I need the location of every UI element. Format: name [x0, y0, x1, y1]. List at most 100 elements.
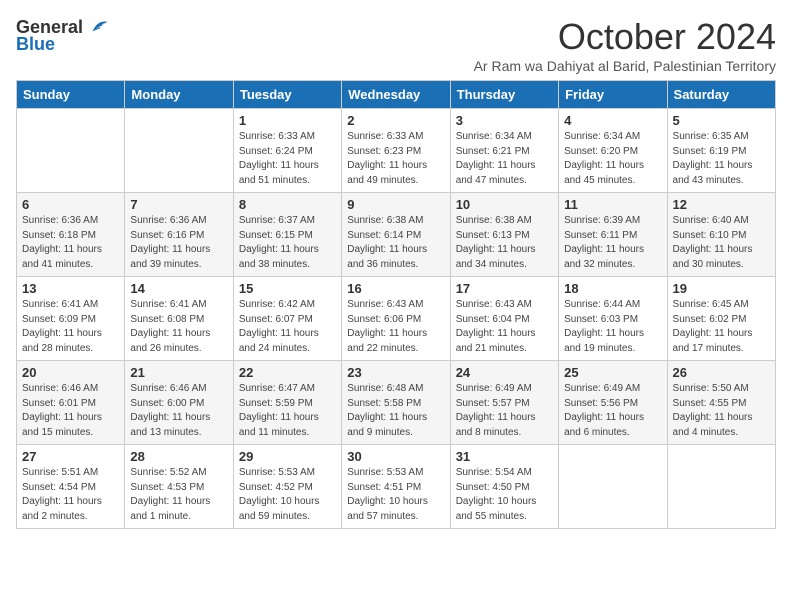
- day-number: 5: [673, 113, 770, 128]
- day-info: Sunrise: 6:37 AM Sunset: 6:15 PM Dayligh…: [239, 214, 336, 272]
- calendar-cell: 12 Sunrise: 6:40 AM Sunset: 6:10 PM Dayli…: [667, 193, 775, 277]
- day-info: Sunrise: 5:53 AM Sunset: 4:51 PM Dayligh…: [347, 466, 444, 524]
- day-info: Sunrise: 6:40 AM Sunset: 6:10 PM Dayligh…: [673, 214, 770, 272]
- day-number: 18: [564, 281, 661, 296]
- day-info: Sunrise: 6:43 AM Sunset: 6:06 PM Dayligh…: [347, 298, 444, 356]
- calendar-cell: 6 Sunrise: 6:36 AM Sunset: 6:18 PM Daylig…: [17, 193, 125, 277]
- day-number: 29: [239, 449, 336, 464]
- day-number: 10: [456, 197, 553, 212]
- day-number: 28: [130, 449, 227, 464]
- day-number: 9: [347, 197, 444, 212]
- calendar-week-row: 6 Sunrise: 6:36 AM Sunset: 6:18 PM Daylig…: [17, 193, 776, 277]
- calendar-cell: 24 Sunrise: 6:49 AM Sunset: 5:57 PM Dayli…: [450, 361, 558, 445]
- calendar-cell: 9 Sunrise: 6:38 AM Sunset: 6:14 PM Daylig…: [342, 193, 450, 277]
- calendar-cell: 14 Sunrise: 6:41 AM Sunset: 6:08 PM Dayli…: [125, 277, 233, 361]
- day-info: Sunrise: 6:49 AM Sunset: 5:57 PM Dayligh…: [456, 382, 553, 440]
- day-info: Sunrise: 6:34 AM Sunset: 6:20 PM Dayligh…: [564, 130, 661, 188]
- calendar-cell: [125, 109, 233, 193]
- day-info: Sunrise: 6:46 AM Sunset: 6:00 PM Dayligh…: [130, 382, 227, 440]
- day-number: 4: [564, 113, 661, 128]
- day-info: Sunrise: 6:39 AM Sunset: 6:11 PM Dayligh…: [564, 214, 661, 272]
- day-info: Sunrise: 5:51 AM Sunset: 4:54 PM Dayligh…: [22, 466, 119, 524]
- calendar-cell: 8 Sunrise: 6:37 AM Sunset: 6:15 PM Daylig…: [233, 193, 341, 277]
- column-header-tuesday: Tuesday: [233, 81, 341, 109]
- day-number: 17: [456, 281, 553, 296]
- day-info: Sunrise: 6:48 AM Sunset: 5:58 PM Dayligh…: [347, 382, 444, 440]
- day-number: 26: [673, 365, 770, 380]
- calendar-cell: 22 Sunrise: 6:47 AM Sunset: 5:59 PM Dayli…: [233, 361, 341, 445]
- calendar-table: SundayMondayTuesdayWednesdayThursdayFrid…: [16, 80, 776, 529]
- calendar-week-row: 1 Sunrise: 6:33 AM Sunset: 6:24 PM Daylig…: [17, 109, 776, 193]
- column-header-thursday: Thursday: [450, 81, 558, 109]
- calendar-cell: [17, 109, 125, 193]
- calendar-cell: 20Sunrise: 6:46 AM Sunset: 6:01 PM Dayli…: [17, 361, 125, 445]
- day-info: Sunrise: 6:41 AM Sunset: 6:08 PM Dayligh…: [130, 298, 227, 356]
- day-number: 19: [673, 281, 770, 296]
- calendar-cell: 10 Sunrise: 6:38 AM Sunset: 6:13 PM Dayli…: [450, 193, 558, 277]
- calendar-cell: 31Sunrise: 5:54 AM Sunset: 4:50 PM Dayli…: [450, 445, 558, 529]
- calendar-cell: 15Sunrise: 6:42 AM Sunset: 6:07 PM Dayli…: [233, 277, 341, 361]
- calendar-cell: [667, 445, 775, 529]
- day-info: Sunrise: 6:45 AM Sunset: 6:02 PM Dayligh…: [673, 298, 770, 356]
- day-info: Sunrise: 6:47 AM Sunset: 5:59 PM Dayligh…: [239, 382, 336, 440]
- calendar-cell: 1 Sunrise: 6:33 AM Sunset: 6:24 PM Daylig…: [233, 109, 341, 193]
- day-number: 6: [22, 197, 119, 212]
- day-number: 30: [347, 449, 444, 464]
- day-number: 24: [456, 365, 553, 380]
- day-info: Sunrise: 6:38 AM Sunset: 6:13 PM Dayligh…: [456, 214, 553, 272]
- calendar-week-row: 27 Sunrise: 5:51 AM Sunset: 4:54 PM Dayli…: [17, 445, 776, 529]
- day-number: 21: [130, 365, 227, 380]
- day-info: Sunrise: 5:53 AM Sunset: 4:52 PM Dayligh…: [239, 466, 336, 524]
- calendar-cell: 11 Sunrise: 6:39 AM Sunset: 6:11 PM Dayli…: [559, 193, 667, 277]
- calendar-cell: 25Sunrise: 6:49 AM Sunset: 5:56 PM Dayli…: [559, 361, 667, 445]
- day-info: Sunrise: 6:49 AM Sunset: 5:56 PM Dayligh…: [564, 382, 661, 440]
- day-number: 14: [130, 281, 227, 296]
- day-info: Sunrise: 6:36 AM Sunset: 6:16 PM Dayligh…: [130, 214, 227, 272]
- day-number: 2: [347, 113, 444, 128]
- calendar-cell: 27 Sunrise: 5:51 AM Sunset: 4:54 PM Dayli…: [17, 445, 125, 529]
- logo-blue-text: Blue: [16, 34, 55, 55]
- calendar-week-row: 20Sunrise: 6:46 AM Sunset: 6:01 PM Dayli…: [17, 361, 776, 445]
- day-number: 3: [456, 113, 553, 128]
- day-number: 22: [239, 365, 336, 380]
- day-info: Sunrise: 6:34 AM Sunset: 6:21 PM Dayligh…: [456, 130, 553, 188]
- day-number: 27: [22, 449, 119, 464]
- calendar-cell: 17 Sunrise: 6:43 AM Sunset: 6:04 PM Dayli…: [450, 277, 558, 361]
- logo-bird-icon: [87, 16, 109, 38]
- logo: General Blue: [16, 16, 109, 55]
- day-number: 8: [239, 197, 336, 212]
- day-number: 23: [347, 365, 444, 380]
- page-header: General Blue October 2024 Ar Ram wa Dahi…: [16, 16, 776, 74]
- column-header-friday: Friday: [559, 81, 667, 109]
- day-number: 31: [456, 449, 553, 464]
- day-info: Sunrise: 6:42 AM Sunset: 6:07 PM Dayligh…: [239, 298, 336, 356]
- calendar-cell: 2 Sunrise: 6:33 AM Sunset: 6:23 PM Daylig…: [342, 109, 450, 193]
- column-header-monday: Monday: [125, 81, 233, 109]
- calendar-week-row: 13 Sunrise: 6:41 AM Sunset: 6:09 PM Dayli…: [17, 277, 776, 361]
- day-number: 12: [673, 197, 770, 212]
- day-info: Sunrise: 6:46 AM Sunset: 6:01 PM Dayligh…: [22, 382, 119, 440]
- day-number: 16: [347, 281, 444, 296]
- day-number: 1: [239, 113, 336, 128]
- calendar-cell: 21 Sunrise: 6:46 AM Sunset: 6:00 PM Dayli…: [125, 361, 233, 445]
- column-header-sunday: Sunday: [17, 81, 125, 109]
- day-info: Sunrise: 6:43 AM Sunset: 6:04 PM Dayligh…: [456, 298, 553, 356]
- calendar-cell: 3 Sunrise: 6:34 AM Sunset: 6:21 PM Daylig…: [450, 109, 558, 193]
- calendar-cell: 16 Sunrise: 6:43 AM Sunset: 6:06 PM Dayli…: [342, 277, 450, 361]
- day-info: Sunrise: 6:33 AM Sunset: 6:24 PM Dayligh…: [239, 130, 336, 188]
- day-number: 11: [564, 197, 661, 212]
- calendar-header-row: SundayMondayTuesdayWednesdayThursdayFrid…: [17, 81, 776, 109]
- day-info: Sunrise: 6:38 AM Sunset: 6:14 PM Dayligh…: [347, 214, 444, 272]
- day-info: Sunrise: 6:36 AM Sunset: 6:18 PM Dayligh…: [22, 214, 119, 272]
- day-number: 13: [22, 281, 119, 296]
- calendar-cell: 13 Sunrise: 6:41 AM Sunset: 6:09 PM Dayli…: [17, 277, 125, 361]
- calendar-cell: 29 Sunrise: 5:53 AM Sunset: 4:52 PM Dayli…: [233, 445, 341, 529]
- day-info: Sunrise: 5:52 AM Sunset: 4:53 PM Dayligh…: [130, 466, 227, 524]
- calendar-cell: 7Sunrise: 6:36 AM Sunset: 6:16 PM Daylig…: [125, 193, 233, 277]
- column-header-wednesday: Wednesday: [342, 81, 450, 109]
- title-block: October 2024 Ar Ram wa Dahiyat al Barid,…: [474, 16, 776, 74]
- day-info: Sunrise: 6:41 AM Sunset: 6:09 PM Dayligh…: [22, 298, 119, 356]
- day-info: Sunrise: 6:33 AM Sunset: 6:23 PM Dayligh…: [347, 130, 444, 188]
- calendar-cell: 28 Sunrise: 5:52 AM Sunset: 4:53 PM Dayli…: [125, 445, 233, 529]
- calendar-cell: 18Sunrise: 6:44 AM Sunset: 6:03 PM Dayli…: [559, 277, 667, 361]
